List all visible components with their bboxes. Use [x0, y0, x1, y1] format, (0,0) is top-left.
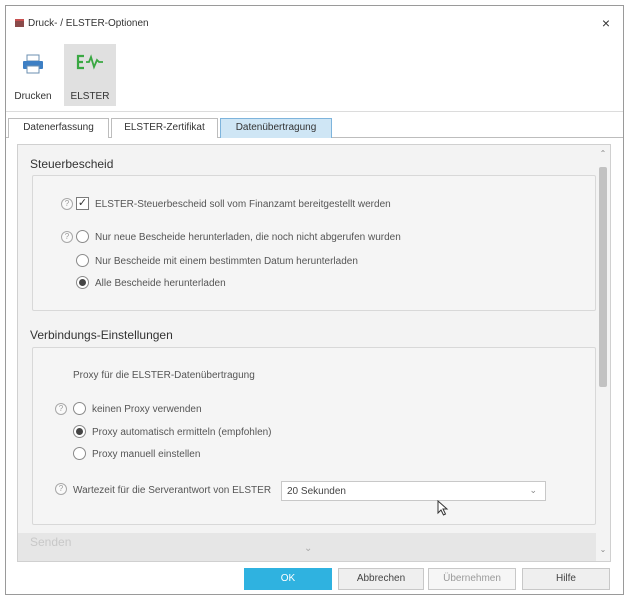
printer-icon — [23, 54, 43, 74]
section-title-steuerbescheid: Steuerbescheid — [30, 157, 114, 171]
chevron-down-icon: ⌄ — [304, 543, 313, 554]
wait-time-select[interactable]: 20 Sekunden ⌄ — [281, 481, 546, 501]
elster-icon — [76, 54, 103, 70]
print-label: Drucken — [14, 91, 52, 102]
tab-bar: Datenerfassung ELSTER-Zertifikat Datenüb… — [6, 118, 623, 138]
elster-label: ELSTER — [70, 91, 110, 102]
radio-neue-bescheide-label: Nur neue Bescheide herunterladen, die no… — [95, 232, 401, 243]
mouse-cursor-icon — [437, 500, 449, 516]
section-title-verbindung: Verbindungs-Einstellungen — [30, 328, 173, 342]
help-icon[interactable]: ? — [61, 231, 73, 243]
help-icon[interactable]: ? — [55, 403, 67, 415]
radio-proxy-manuell[interactable] — [73, 447, 86, 460]
window-title: Druck- / ELSTER-Optionen — [28, 18, 149, 29]
close-button[interactable]: × — [597, 14, 615, 32]
radio-datum-bescheide-label: Nur Bescheide mit einem bestimmten Datum… — [95, 256, 358, 267]
wait-time-label: Wartezeit für die Serverantwort von ELST… — [73, 485, 272, 496]
radio-proxy-auto-label: Proxy automatisch ermitteln (empfohlen) — [92, 427, 272, 438]
senden-section[interactable]: Senden ⌄ — [18, 533, 598, 561]
bescheid-checkbox-label: ELSTER-Steuerbescheid soll vom Finanzamt… — [95, 199, 391, 210]
title-bar: Druck- / ELSTER-Optionen × — [6, 6, 623, 38]
dialog-buttons: OK Abbrechen Übernehmen Hilfe — [6, 568, 623, 594]
chevron-down-icon: ⌄ — [529, 485, 537, 495]
options-dialog: Druck- / ELSTER-Optionen × Drucken ELSTE… — [5, 5, 624, 595]
cancel-button[interactable]: Abbrechen — [338, 568, 424, 590]
settings-panel: Steuerbescheid ? ✓ ELSTER-Steuerbescheid… — [17, 144, 611, 562]
tab-datenuebertragung[interactable]: Datenübertragung — [220, 118, 332, 138]
scroll-down-icon[interactable]: ⌄ — [598, 545, 608, 555]
print-button[interactable]: Drucken — [10, 44, 56, 106]
steuerbescheid-group: ? ✓ ELSTER-Steuerbescheid soll vom Finan… — [32, 175, 596, 311]
radio-datum-bescheide[interactable] — [76, 254, 89, 267]
radio-neue-bescheide[interactable] — [76, 230, 89, 243]
radio-alle-bescheide[interactable] — [76, 276, 89, 289]
radio-alle-bescheide-label: Alle Bescheide herunterladen — [95, 278, 226, 289]
elster-button[interactable]: ELSTER — [64, 44, 116, 106]
app-icon — [15, 19, 24, 27]
help-icon[interactable]: ? — [61, 198, 73, 210]
radio-proxy-auto[interactable] — [73, 425, 86, 438]
scroll-up-icon[interactable]: ⌃ — [598, 149, 608, 159]
radio-kein-proxy-label: keinen Proxy verwenden — [92, 404, 202, 415]
vertical-scrollbar[interactable]: ⌃ ⌄ — [596, 145, 610, 561]
proxy-heading: Proxy für die ELSTER-Datenübertragung — [73, 370, 255, 381]
apply-button[interactable]: Übernehmen — [428, 568, 516, 590]
ok-button[interactable]: OK — [244, 568, 332, 590]
section-title-senden: Senden — [30, 535, 72, 549]
ribbon-toolbar: Drucken ELSTER — [6, 38, 623, 112]
help-icon[interactable]: ? — [55, 483, 67, 495]
wait-time-value: 20 Sekunden — [287, 486, 346, 497]
help-button[interactable]: Hilfe — [522, 568, 610, 590]
radio-proxy-manuell-label: Proxy manuell einstellen — [92, 449, 201, 460]
tab-datenerfassung[interactable]: Datenerfassung — [8, 118, 109, 138]
bescheid-checkbox[interactable]: ✓ — [76, 197, 89, 210]
radio-kein-proxy[interactable] — [73, 402, 86, 415]
scrollbar-thumb[interactable] — [599, 167, 607, 387]
tab-elster-zertifikat[interactable]: ELSTER-Zertifikat — [111, 118, 218, 138]
